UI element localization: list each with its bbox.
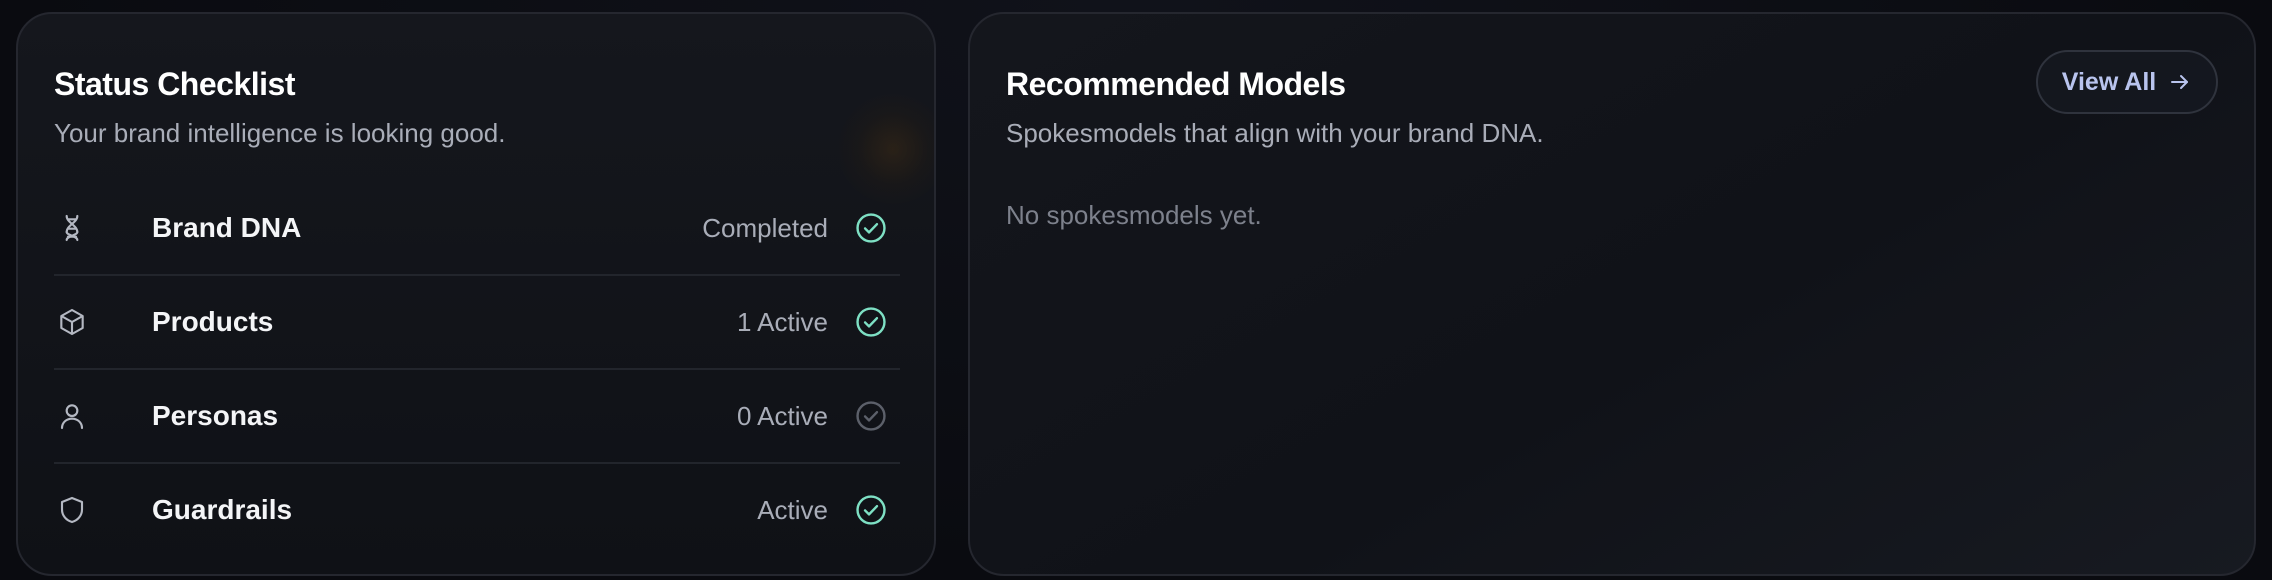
empty-state-message: No spokesmodels yet. [1006,200,1262,230]
check-circle-icon [854,211,888,245]
recommended-models-card: Recommended Models Spokesmodels that ali… [968,12,2256,576]
dna-icon [54,210,90,246]
checklist-item-status: 1 Active [736,306,828,337]
arrow-right-icon [2171,75,2189,89]
check-circle-icon [854,399,888,433]
checklist-item-products[interactable]: Products 1 Active [54,276,900,370]
checklist-item-label: Products [152,306,274,337]
status-checklist-subtitle: Your brand intelligence is looking good. [54,118,506,148]
check-circle-icon [854,493,888,527]
checklist-item-label: Personas [152,400,279,431]
recommended-models-subtitle: Spokesmodels that align with your brand … [1006,118,1544,148]
view-all-label: View All [2061,67,2157,96]
checklist-item-guardrails[interactable]: Guardrails Active [54,464,900,556]
checklist-item-status: Completed [702,212,828,243]
checklist-item-label: Brand DNA [152,212,302,243]
status-checklist-title: Status Checklist [54,66,295,102]
checklist-item-personas[interactable]: Personas 0 Active [54,370,900,464]
status-checklist-card: Status Checklist Your brand intelligence… [16,12,936,576]
box-icon [54,304,90,340]
check-circle-icon [854,305,888,339]
shield-icon [54,492,90,528]
user-icon [54,398,90,434]
checklist-item-label: Guardrails [152,494,293,525]
checklist-item-status: 0 Active [736,400,828,431]
status-checklist: Brand DNA Completed Products 1 Active Pe… [54,182,900,556]
recommended-models-title: Recommended Models [1006,66,1346,102]
dashboard-panels: Status Checklist Your brand intelligence… [0,0,2272,580]
view-all-button[interactable]: View All [2036,50,2218,114]
checklist-item-status: Active [757,494,828,525]
checklist-item-brand-dna[interactable]: Brand DNA Completed [54,182,900,276]
